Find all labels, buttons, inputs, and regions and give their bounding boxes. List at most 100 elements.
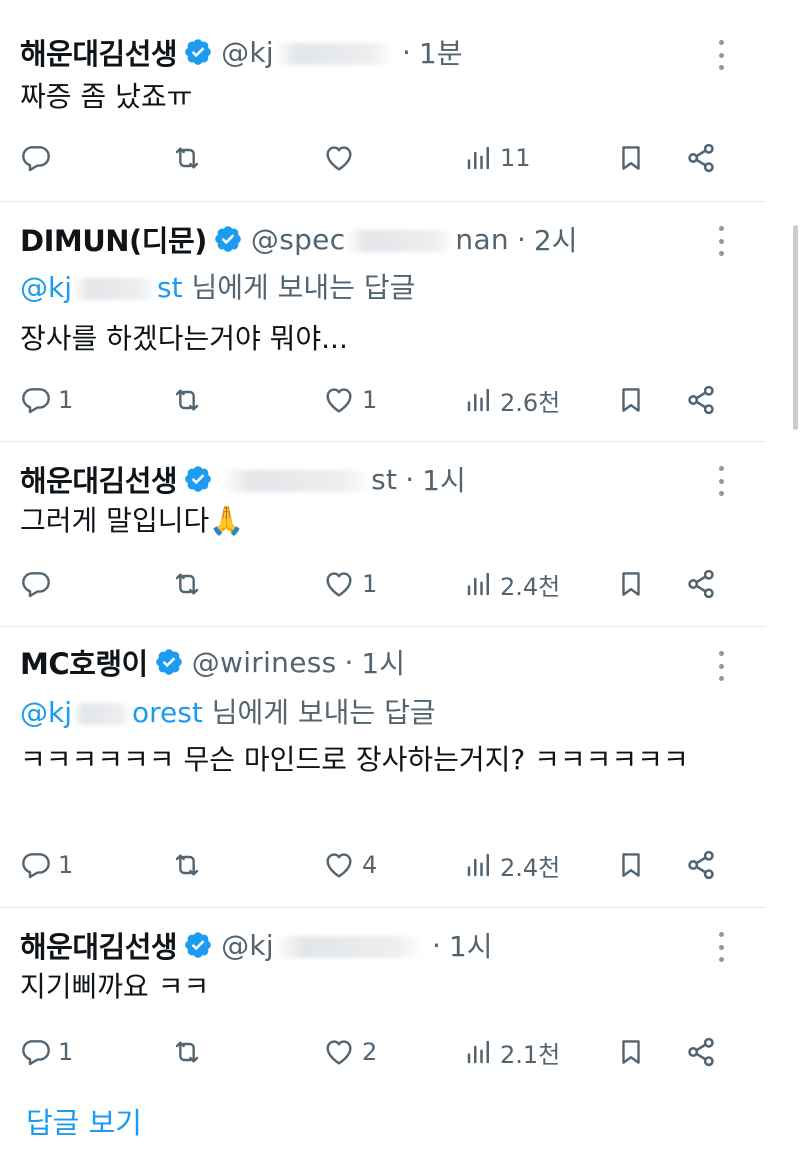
more-icon[interactable] — [706, 464, 736, 498]
retweet-icon — [175, 1041, 199, 1063]
like-icon — [326, 572, 352, 597]
retweet-icon — [175, 854, 199, 876]
like-button[interactable]: 1 — [322, 564, 377, 604]
retweet-button[interactable] — [170, 564, 210, 604]
display-name[interactable]: 해운대김선생 — [20, 458, 178, 500]
timestamp[interactable]: 2시 — [534, 219, 578, 259]
mention-link[interactable]: @kj st — [20, 271, 183, 304]
reply-context: @kj st 님에게 보내는 답글 — [20, 271, 416, 304]
verified-badge-icon — [155, 649, 182, 675]
handle[interactable]: st — [221, 463, 397, 496]
bookmark-button[interactable] — [616, 138, 646, 178]
tweet-text: 짜증 좀 났죠ㅠ — [20, 80, 193, 113]
verified-badge-icon — [185, 39, 211, 65]
reply-button[interactable]: 1 — [20, 845, 73, 885]
share-icon — [688, 569, 714, 599]
retweet-button[interactable] — [170, 845, 210, 885]
handle[interactable]: @spec nan — [251, 223, 509, 256]
blurred-handle — [274, 935, 424, 958]
tweet-5[interactable]: 해운대김선생 @kj · 1시 지기삐까요 ㅋㅋ 1 2 2.1천 — [0, 908, 766, 1083]
views-icon — [467, 1040, 489, 1064]
like-button[interactable] — [322, 138, 362, 178]
reply-icon — [22, 388, 50, 414]
bookmark-icon — [622, 1040, 640, 1064]
more-icon[interactable] — [706, 649, 736, 683]
blurred-mention — [72, 703, 132, 725]
reply-icon — [22, 853, 50, 879]
display-name[interactable]: MC호랭이 — [20, 641, 148, 683]
views-icon — [467, 146, 489, 170]
bookmark-button[interactable] — [616, 845, 646, 885]
views-icon — [467, 388, 489, 412]
retweet-icon — [175, 573, 199, 595]
display-name[interactable]: 해운대김선생 — [20, 924, 178, 966]
bookmark-button[interactable] — [616, 380, 646, 420]
timestamp[interactable]: 1시 — [361, 642, 405, 682]
timestamp[interactable]: 1분 — [419, 32, 463, 72]
bookmark-button[interactable] — [616, 1032, 646, 1072]
views-button[interactable]: 2.6천 — [464, 380, 560, 420]
like-button[interactable]: 2 — [322, 1032, 377, 1072]
timestamp[interactable]: 1시 — [422, 459, 466, 499]
tweet-2[interactable]: DIMUN(디문) @spec nan · 2시 @kj st 님에게 보내는 답글… — [0, 202, 766, 440]
like-button[interactable]: 4 — [322, 845, 377, 885]
action-bar: 11 — [20, 138, 730, 178]
retweet-button[interactable] — [170, 138, 210, 178]
tweet-text: 지기삐까요 ㅋㅋ — [20, 970, 210, 1003]
retweet-icon — [175, 147, 199, 169]
reply-button[interactable]: 1 — [20, 380, 73, 420]
tweet-header: 해운대김선생 st · 1시 — [20, 459, 466, 499]
verified-badge-icon — [185, 466, 211, 492]
share-button[interactable] — [684, 138, 718, 178]
retweet-button[interactable] — [170, 1032, 210, 1072]
display-name[interactable]: DIMUN(디문) — [20, 218, 207, 260]
views-button[interactable]: 2.4천 — [464, 845, 560, 885]
more-icon[interactable] — [706, 930, 736, 964]
handle[interactable]: @kj — [221, 929, 424, 962]
reply-button[interactable] — [20, 564, 58, 604]
share-button[interactable] — [684, 564, 718, 604]
tweet-4[interactable]: MC호랭이 @wiriness · 1시 @kj orest 님에게 보내는 답글… — [0, 627, 766, 907]
share-button[interactable] — [684, 380, 718, 420]
reply-icon — [22, 146, 50, 172]
share-icon — [688, 850, 714, 880]
mention-link[interactable]: @kj orest — [20, 696, 203, 729]
views-button[interactable]: 11 — [464, 138, 531, 178]
display-name[interactable]: 해운대김선생 — [20, 31, 178, 73]
reply-button[interactable] — [20, 138, 58, 178]
tweet-3[interactable]: 해운대김선생 st · 1시 그러게 말입니다🙏 1 2.4천 — [0, 442, 766, 626]
tweet-header: MC호랭이 @wiriness · 1시 — [20, 642, 405, 682]
share-button[interactable] — [684, 1032, 718, 1072]
scrollbar[interactable] — [793, 225, 798, 430]
share-button[interactable] — [684, 845, 718, 885]
reply-icon — [22, 572, 50, 598]
reply-context: @kj orest 님에게 보내는 답글 — [20, 696, 436, 729]
bookmark-button[interactable] — [616, 564, 646, 604]
like-icon — [326, 388, 352, 413]
more-icon[interactable] — [706, 38, 736, 72]
action-bar: 1 4 2.4천 — [20, 845, 730, 885]
views-icon — [467, 853, 489, 877]
like-icon — [326, 146, 352, 171]
views-button[interactable]: 2.4천 — [464, 564, 560, 604]
share-icon — [688, 143, 714, 173]
retweet-button[interactable] — [170, 380, 210, 420]
share-icon — [688, 1037, 714, 1067]
like-icon — [326, 853, 352, 878]
like-icon — [326, 1040, 352, 1065]
tweet-text: ㅋㅋㅋㅋㅋㅋ 무슨 마인드로 장사하는거지? ㅋㅋㅋㅋㅋㅋ — [20, 743, 689, 776]
views-icon — [467, 572, 489, 596]
reply-button[interactable]: 1 — [20, 1032, 73, 1072]
handle[interactable]: @kj — [221, 36, 394, 69]
bookmark-icon — [622, 388, 640, 412]
show-replies-link[interactable]: 답글 보기 — [26, 1100, 142, 1142]
like-button[interactable]: 1 — [322, 380, 377, 420]
timestamp[interactable]: 1시 — [449, 925, 493, 965]
tweet-1[interactable]: 해운대김선생 @kj · 1분 짜증 좀 났죠ㅠ 11 — [0, 0, 766, 200]
views-button[interactable]: 2.1천 — [464, 1032, 560, 1072]
more-icon[interactable] — [706, 224, 736, 258]
blurred-handle — [345, 229, 456, 252]
action-bar: 1 2 2.1천 — [20, 1032, 730, 1072]
handle[interactable]: @wiriness — [192, 646, 337, 679]
blurred-handle — [221, 469, 372, 492]
